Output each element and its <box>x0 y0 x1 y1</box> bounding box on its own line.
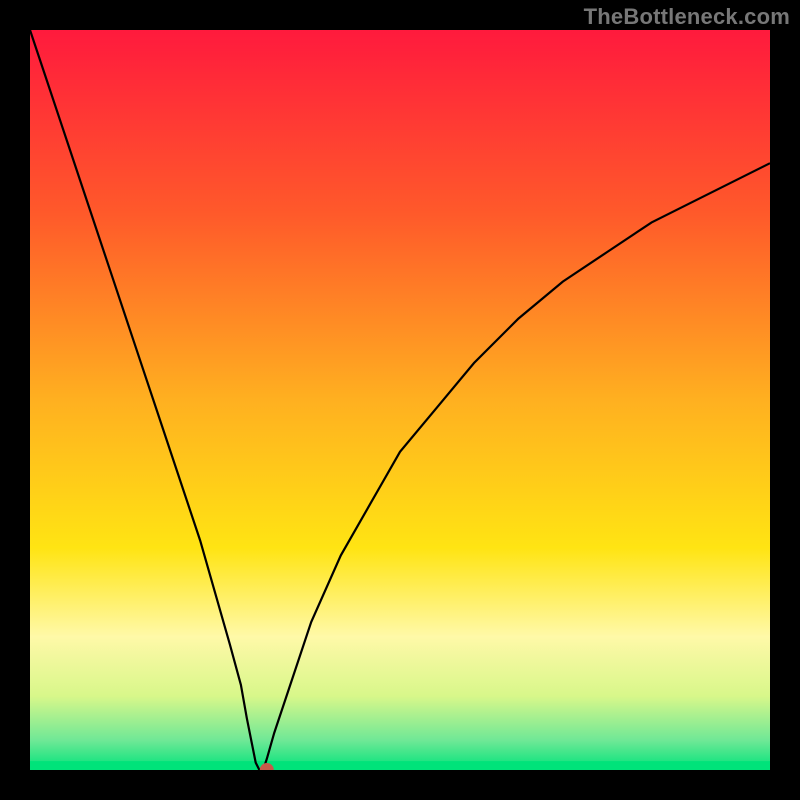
chart-frame: TheBottleneck.com <box>0 0 800 800</box>
baseline-band <box>30 761 770 770</box>
plot-svg <box>30 30 770 770</box>
gradient-background <box>30 30 770 770</box>
watermark-text: TheBottleneck.com <box>584 4 790 30</box>
plot-area <box>30 30 770 770</box>
